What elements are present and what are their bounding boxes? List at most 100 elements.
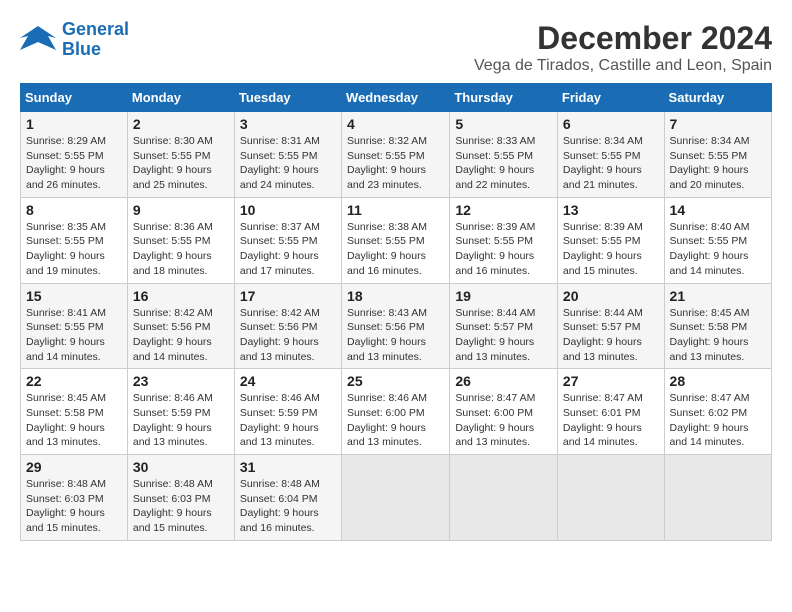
day-number: 15: [26, 288, 122, 304]
day-number: 21: [670, 288, 766, 304]
day-number: 27: [563, 373, 659, 389]
day-info: Sunrise: 8:43 AM Sunset: 5:56 PM Dayligh…: [347, 306, 444, 365]
day-info: Sunrise: 8:35 AM Sunset: 5:55 PM Dayligh…: [26, 220, 122, 279]
header-monday: Monday: [127, 84, 234, 112]
day-info: Sunrise: 8:34 AM Sunset: 5:55 PM Dayligh…: [670, 134, 766, 193]
day-info: Sunrise: 8:46 AM Sunset: 5:59 PM Dayligh…: [240, 391, 336, 450]
page-title: December 2024: [474, 20, 772, 57]
day-number: 3: [240, 116, 336, 132]
day-info: Sunrise: 8:46 AM Sunset: 5:59 PM Dayligh…: [133, 391, 229, 450]
day-number: 2: [133, 116, 229, 132]
day-info: Sunrise: 8:48 AM Sunset: 6:03 PM Dayligh…: [26, 477, 122, 536]
header-tuesday: Tuesday: [234, 84, 341, 112]
day-info: Sunrise: 8:33 AM Sunset: 5:55 PM Dayligh…: [455, 134, 552, 193]
day-cell: 29 Sunrise: 8:48 AM Sunset: 6:03 PM Dayl…: [21, 455, 128, 541]
header-saturday: Saturday: [664, 84, 771, 112]
logo-icon: [20, 22, 56, 58]
page-header: General Blue December 2024 Vega de Tirad…: [20, 20, 772, 75]
day-cell: 11 Sunrise: 8:38 AM Sunset: 5:55 PM Dayl…: [342, 197, 450, 283]
day-number: 4: [347, 116, 444, 132]
title-block: December 2024 Vega de Tirados, Castille …: [474, 20, 772, 75]
day-number: 11: [347, 202, 444, 218]
day-cell: 5 Sunrise: 8:33 AM Sunset: 5:55 PM Dayli…: [450, 112, 558, 198]
day-info: Sunrise: 8:48 AM Sunset: 6:03 PM Dayligh…: [133, 477, 229, 536]
day-info: Sunrise: 8:38 AM Sunset: 5:55 PM Dayligh…: [347, 220, 444, 279]
day-info: Sunrise: 8:44 AM Sunset: 5:57 PM Dayligh…: [563, 306, 659, 365]
day-info: Sunrise: 8:46 AM Sunset: 6:00 PM Dayligh…: [347, 391, 444, 450]
day-cell: 15 Sunrise: 8:41 AM Sunset: 5:55 PM Dayl…: [21, 283, 128, 369]
day-info: Sunrise: 8:34 AM Sunset: 5:55 PM Dayligh…: [563, 134, 659, 193]
day-cell: 20 Sunrise: 8:44 AM Sunset: 5:57 PM Dayl…: [557, 283, 664, 369]
day-cell: [557, 455, 664, 541]
day-info: Sunrise: 8:44 AM Sunset: 5:57 PM Dayligh…: [455, 306, 552, 365]
day-info: Sunrise: 8:45 AM Sunset: 5:58 PM Dayligh…: [26, 391, 122, 450]
day-number: 16: [133, 288, 229, 304]
day-info: Sunrise: 8:30 AM Sunset: 5:55 PM Dayligh…: [133, 134, 229, 193]
week-row-3: 15 Sunrise: 8:41 AM Sunset: 5:55 PM Dayl…: [21, 283, 772, 369]
day-info: Sunrise: 8:37 AM Sunset: 5:55 PM Dayligh…: [240, 220, 336, 279]
header-row: Sunday Monday Tuesday Wednesday Thursday…: [21, 84, 772, 112]
day-cell: 25 Sunrise: 8:46 AM Sunset: 6:00 PM Dayl…: [342, 369, 450, 455]
day-info: Sunrise: 8:47 AM Sunset: 6:02 PM Dayligh…: [670, 391, 766, 450]
day-cell: 12 Sunrise: 8:39 AM Sunset: 5:55 PM Dayl…: [450, 197, 558, 283]
day-cell: 22 Sunrise: 8:45 AM Sunset: 5:58 PM Dayl…: [21, 369, 128, 455]
day-cell: 10 Sunrise: 8:37 AM Sunset: 5:55 PM Dayl…: [234, 197, 341, 283]
day-number: 22: [26, 373, 122, 389]
day-info: Sunrise: 8:39 AM Sunset: 5:55 PM Dayligh…: [563, 220, 659, 279]
day-number: 25: [347, 373, 444, 389]
week-row-2: 8 Sunrise: 8:35 AM Sunset: 5:55 PM Dayli…: [21, 197, 772, 283]
day-info: Sunrise: 8:40 AM Sunset: 5:55 PM Dayligh…: [670, 220, 766, 279]
day-cell: 18 Sunrise: 8:43 AM Sunset: 5:56 PM Dayl…: [342, 283, 450, 369]
day-number: 19: [455, 288, 552, 304]
day-cell: 14 Sunrise: 8:40 AM Sunset: 5:55 PM Dayl…: [664, 197, 771, 283]
day-cell: [342, 455, 450, 541]
logo: General Blue: [20, 20, 129, 60]
day-cell: 8 Sunrise: 8:35 AM Sunset: 5:55 PM Dayli…: [21, 197, 128, 283]
day-info: Sunrise: 8:39 AM Sunset: 5:55 PM Dayligh…: [455, 220, 552, 279]
header-thursday: Thursday: [450, 84, 558, 112]
day-number: 17: [240, 288, 336, 304]
day-number: 24: [240, 373, 336, 389]
day-number: 12: [455, 202, 552, 218]
day-number: 30: [133, 459, 229, 475]
header-friday: Friday: [557, 84, 664, 112]
calendar-body: 1 Sunrise: 8:29 AM Sunset: 5:55 PM Dayli…: [21, 112, 772, 541]
day-info: Sunrise: 8:48 AM Sunset: 6:04 PM Dayligh…: [240, 477, 336, 536]
day-cell: 7 Sunrise: 8:34 AM Sunset: 5:55 PM Dayli…: [664, 112, 771, 198]
day-cell: 28 Sunrise: 8:47 AM Sunset: 6:02 PM Dayl…: [664, 369, 771, 455]
logo-text: General Blue: [62, 20, 129, 60]
day-info: Sunrise: 8:42 AM Sunset: 5:56 PM Dayligh…: [240, 306, 336, 365]
day-cell: 30 Sunrise: 8:48 AM Sunset: 6:03 PM Dayl…: [127, 455, 234, 541]
day-number: 6: [563, 116, 659, 132]
day-cell: 13 Sunrise: 8:39 AM Sunset: 5:55 PM Dayl…: [557, 197, 664, 283]
day-number: 18: [347, 288, 444, 304]
day-cell: 2 Sunrise: 8:30 AM Sunset: 5:55 PM Dayli…: [127, 112, 234, 198]
day-number: 7: [670, 116, 766, 132]
day-number: 14: [670, 202, 766, 218]
day-info: Sunrise: 8:47 AM Sunset: 6:00 PM Dayligh…: [455, 391, 552, 450]
day-info: Sunrise: 8:31 AM Sunset: 5:55 PM Dayligh…: [240, 134, 336, 193]
day-number: 28: [670, 373, 766, 389]
day-number: 20: [563, 288, 659, 304]
day-cell: 23 Sunrise: 8:46 AM Sunset: 5:59 PM Dayl…: [127, 369, 234, 455]
logo-general: General: [62, 19, 129, 39]
day-cell: 16 Sunrise: 8:42 AM Sunset: 5:56 PM Dayl…: [127, 283, 234, 369]
day-info: Sunrise: 8:29 AM Sunset: 5:55 PM Dayligh…: [26, 134, 122, 193]
day-number: 13: [563, 202, 659, 218]
day-cell: 1 Sunrise: 8:29 AM Sunset: 5:55 PM Dayli…: [21, 112, 128, 198]
day-number: 31: [240, 459, 336, 475]
day-cell: 3 Sunrise: 8:31 AM Sunset: 5:55 PM Dayli…: [234, 112, 341, 198]
calendar-header: Sunday Monday Tuesday Wednesday Thursday…: [21, 84, 772, 112]
day-number: 26: [455, 373, 552, 389]
day-cell: 6 Sunrise: 8:34 AM Sunset: 5:55 PM Dayli…: [557, 112, 664, 198]
day-info: Sunrise: 8:41 AM Sunset: 5:55 PM Dayligh…: [26, 306, 122, 365]
day-number: 10: [240, 202, 336, 218]
header-wednesday: Wednesday: [342, 84, 450, 112]
day-info: Sunrise: 8:47 AM Sunset: 6:01 PM Dayligh…: [563, 391, 659, 450]
header-sunday: Sunday: [21, 84, 128, 112]
logo-blue: Blue: [62, 40, 129, 60]
day-number: 5: [455, 116, 552, 132]
day-info: Sunrise: 8:32 AM Sunset: 5:55 PM Dayligh…: [347, 134, 444, 193]
day-cell: 24 Sunrise: 8:46 AM Sunset: 5:59 PM Dayl…: [234, 369, 341, 455]
day-cell: [664, 455, 771, 541]
